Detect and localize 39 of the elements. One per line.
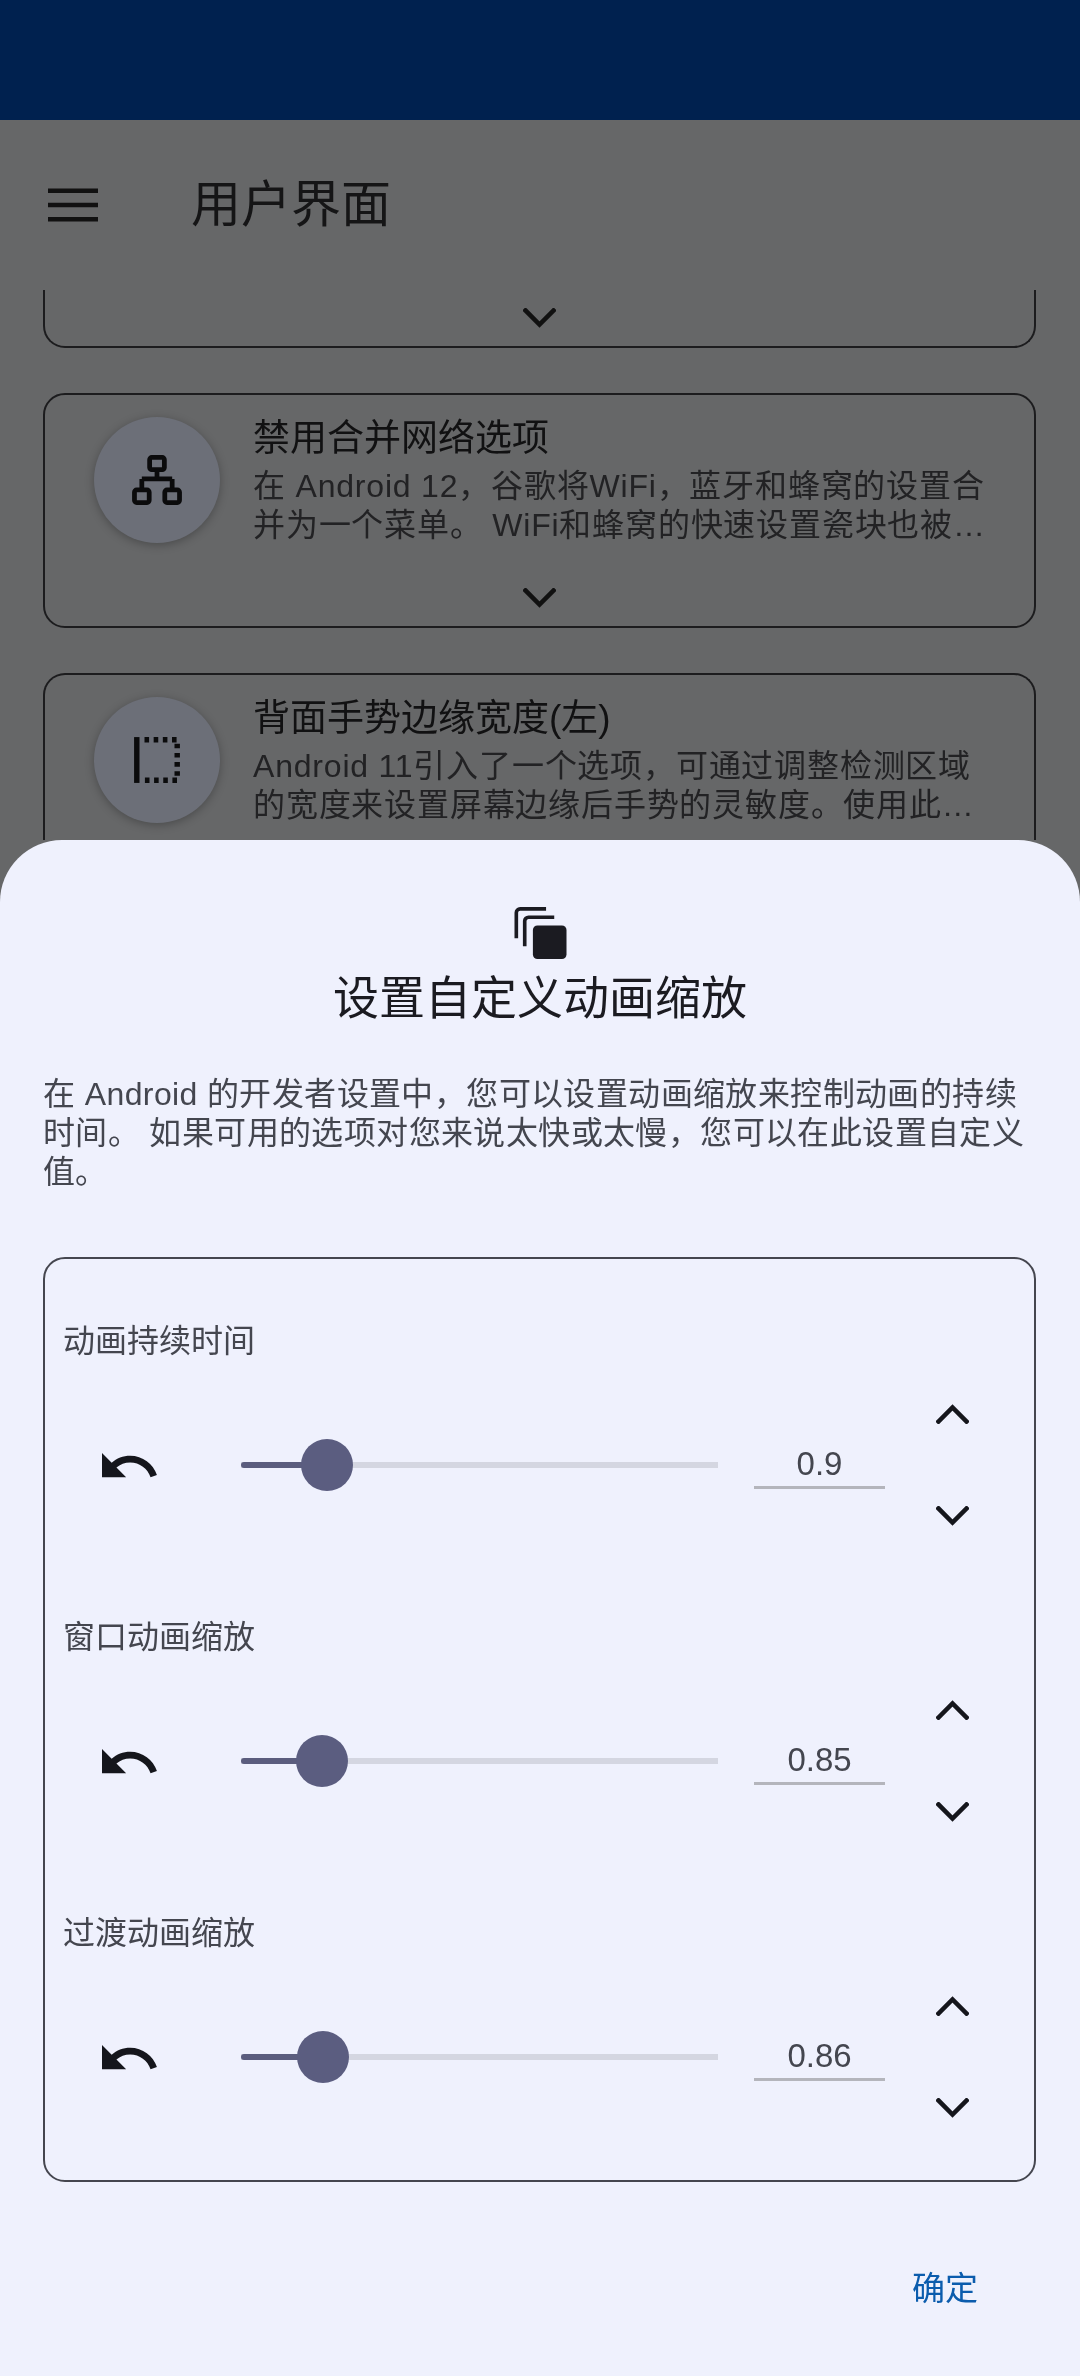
value-field[interactable]: 0.9 [754,1441,885,1489]
card-title: 背面手势边缘宽度(左) [253,697,612,741]
confirm-button[interactable]: 确定 [888,2257,1002,2321]
undo-button[interactable] [102,1452,157,1478]
menu-icon [48,188,98,222]
card-title: 禁用合并网络选项 [253,417,550,461]
undo-button[interactable] [102,1748,157,1774]
card-description: Android 11引入了一个选项，可通过调整检测区域的宽度来设置屏幕边缘后手势的灵敏度。使用此… [253,747,976,825]
value-field[interactable]: 0.85 [754,1737,885,1785]
slider-label: 窗口动画缩放 [62,1618,255,1657]
increase-button[interactable] [935,1404,969,1424]
undo-button[interactable] [102,2044,157,2070]
chevron-down-icon [935,2098,969,2118]
slider-label: 过渡动画缩放 [62,1914,255,1953]
layers-icon [513,907,567,959]
app-bar-title: 用户界面 [191,176,391,235]
card-description: 在 Android 12，谷歌将WiFi，蓝牙和蜂窝的设置合并为一个菜单。 WiFi和蜂窝的快速设置瓷块也被… [253,467,987,545]
undo-icon [102,1748,157,1774]
chevron-up-icon [935,1404,969,1424]
chevron-down-icon[interactable] [523,308,556,328]
menu-button[interactable] [48,188,98,222]
undo-icon [102,1452,157,1478]
increase-button[interactable] [935,1700,969,1720]
slider-label: 动画持续时间 [62,1322,255,1361]
chevron-up-icon [935,1996,969,2016]
decrease-button[interactable] [935,2098,969,2118]
sheet-description: 在 Android 的开发者设置中，您可以设置动画缩放来控制动画的持续时间。 如果可用的选项对您来说太快或太慢，您可以在此设置自定义值。 [42,1075,1026,1192]
value-field[interactable]: 0.86 [754,2033,885,2081]
chevron-up-icon [935,1700,969,1720]
chevron-down-icon [935,1802,969,1822]
chevron-down-icon [935,1506,969,1526]
slider-thumb[interactable] [300,1439,353,1491]
increase-button[interactable] [935,1996,969,2016]
setting-card[interactable] [43,290,1036,348]
undo-icon [102,2044,157,2070]
decrease-button[interactable] [935,1506,969,1526]
sheet-title: 设置自定义动画缩放 [333,971,747,1026]
chevron-down-icon[interactable] [523,588,556,608]
decrease-button[interactable] [935,1802,969,1822]
